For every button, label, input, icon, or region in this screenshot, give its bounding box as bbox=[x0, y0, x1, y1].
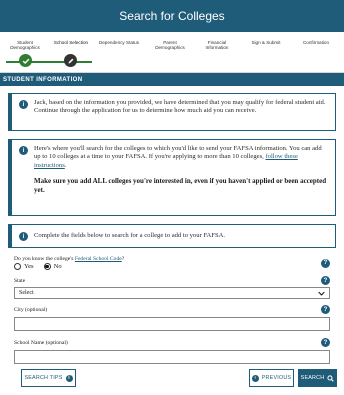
federal-school-code-link[interactable]: Federal School Code bbox=[75, 256, 122, 262]
city-label: City (optional) bbox=[14, 306, 48, 313]
radio-yes[interactable] bbox=[14, 263, 21, 270]
search-label: SEARCH bbox=[300, 375, 325, 381]
complete-fields-callout: i Complete the fields below to search fo… bbox=[8, 224, 336, 248]
school-code-row: Do you know the college's Federal School… bbox=[14, 256, 330, 270]
qualify-text: Jack, based on the information you provi… bbox=[34, 99, 326, 115]
step-label: Student Demographics bbox=[10, 40, 40, 51]
page-title: Search for Colleges bbox=[119, 9, 225, 23]
search-tips-button[interactable]: SEARCH TIPS i bbox=[21, 369, 76, 387]
search-info-body: Here's where you'll search for the colle… bbox=[34, 145, 329, 210]
step-current-badge bbox=[64, 54, 77, 67]
info-icon: i bbox=[65, 374, 73, 382]
previous-label: PREVIOUS bbox=[261, 375, 292, 381]
radio-yes-option[interactable]: Yes bbox=[14, 263, 34, 270]
school-name-label: School Name (optional) bbox=[14, 339, 68, 346]
action-bar: SEARCH TIPS i ‹ PREVIOUS SEARCH bbox=[0, 369, 344, 389]
question-suffix: ? bbox=[121, 256, 125, 262]
step-label: Parent Demographics bbox=[155, 40, 185, 51]
chevron-left-icon: ‹ bbox=[251, 374, 259, 382]
radio-no-option[interactable]: No bbox=[43, 263, 62, 270]
search-button[interactable]: SEARCH bbox=[298, 369, 337, 387]
city-input[interactable] bbox=[14, 317, 330, 331]
section-title: STUDENT INFORMATION bbox=[3, 76, 83, 83]
info-icon: i bbox=[19, 146, 28, 155]
state-select[interactable]: Select bbox=[14, 287, 330, 299]
state-label: State bbox=[14, 277, 26, 284]
search-info-text: Here's where you'll search for the colle… bbox=[34, 145, 329, 170]
help-icon[interactable]: ? bbox=[321, 258, 330, 268]
radio-no[interactable] bbox=[43, 263, 51, 270]
page-header: Search for Colleges bbox=[0, 0, 344, 32]
state-label-row: State ? bbox=[14, 276, 330, 285]
school-code-question: Do you know the college's Federal School… bbox=[14, 256, 124, 262]
radio-yes-label: Yes bbox=[24, 263, 34, 270]
search-icon bbox=[327, 374, 335, 382]
step-label: Dependency Status bbox=[98, 40, 140, 45]
step-parent-demographics: Parent Demographics bbox=[148, 40, 192, 51]
step-confirmation: Confirmation bbox=[294, 40, 338, 45]
city-label-row: City (optional) ? bbox=[14, 305, 330, 314]
help-icon[interactable]: ? bbox=[321, 276, 330, 285]
step-label: Confirmation bbox=[302, 40, 330, 45]
pencil-icon bbox=[68, 58, 73, 63]
search-tips-label: SEARCH TIPS bbox=[24, 375, 63, 381]
step-school-selection[interactable]: School Selection bbox=[50, 40, 92, 45]
step-label: Sign & Submit bbox=[251, 40, 281, 45]
radio-no-label: No bbox=[53, 263, 62, 270]
checkmark-icon bbox=[22, 58, 29, 64]
school-name-input[interactable] bbox=[14, 350, 330, 364]
info-icon: i bbox=[19, 100, 28, 109]
school-name-label-row: School Name (optional) ? bbox=[14, 338, 330, 347]
step-financial-information: Financial Information bbox=[198, 40, 236, 51]
complete-fields-text: Complete the fields below to search for … bbox=[34, 231, 226, 239]
main-content: i Jack, based on the information you pro… bbox=[0, 86, 344, 364]
state-select-value: Select bbox=[19, 290, 34, 296]
qualify-callout: i Jack, based on the information you pro… bbox=[8, 93, 336, 131]
school-code-radio-group: Yes No bbox=[14, 263, 124, 270]
help-icon[interactable]: ? bbox=[321, 338, 330, 347]
question-prefix: Do you know the college's bbox=[14, 256, 75, 262]
step-student-demographics[interactable]: Student Demographics bbox=[6, 40, 44, 51]
progress-steps: Student Demographics School Selection De… bbox=[0, 32, 344, 73]
step-label: School Selection bbox=[53, 40, 89, 45]
search-form: Do you know the college's Federal School… bbox=[8, 256, 336, 364]
info-icon: i bbox=[19, 232, 28, 241]
previous-button[interactable]: ‹ PREVIOUS bbox=[249, 369, 294, 387]
search-info-end: . bbox=[64, 161, 67, 169]
step-dependency-status: Dependency Status bbox=[96, 40, 142, 45]
step-complete-badge bbox=[19, 54, 32, 67]
chevron-down-icon bbox=[318, 291, 325, 296]
step-label: Financial Information bbox=[205, 40, 229, 51]
add-all-colleges-note: Make sure you add ALL colleges you're in… bbox=[34, 177, 327, 195]
step-sign-submit: Sign & Submit bbox=[244, 40, 288, 45]
section-header: STUDENT INFORMATION bbox=[0, 73, 344, 86]
search-info-callout: i Here's where you'll search for the col… bbox=[8, 139, 336, 216]
help-icon[interactable]: ? bbox=[321, 305, 330, 314]
